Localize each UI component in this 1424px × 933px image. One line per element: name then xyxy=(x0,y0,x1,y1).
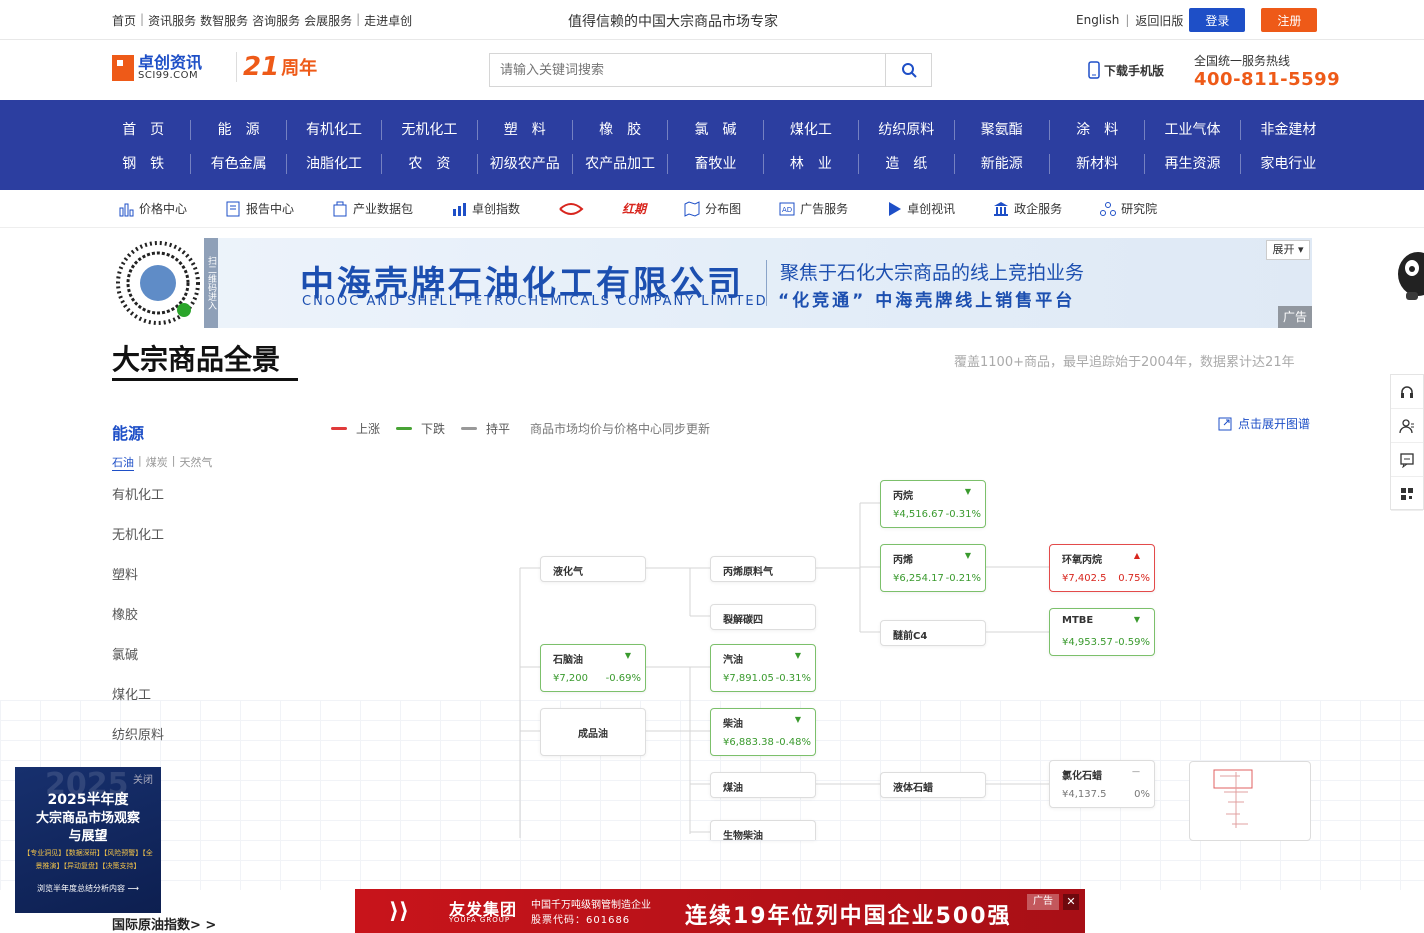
node-mtbe[interactable]: MTBE ▼ ¥4,953.57 -0.59% xyxy=(1049,608,1155,656)
node-refined-oil[interactable]: 成品油 xyxy=(540,708,646,756)
side-user[interactable] xyxy=(1391,409,1423,443)
node-propylene-oxide[interactable]: 环氧丙烷 ▲ ¥7,402.5 0.75% xyxy=(1049,544,1155,592)
node-name: 柴油 xyxy=(723,719,743,730)
graph-minimap[interactable] xyxy=(1189,761,1311,841)
node-name: 生物柴油 xyxy=(723,831,763,842)
node-liquid-wax[interactable]: 液体石蜡 xyxy=(880,772,986,798)
node-name: 丙烯原料气 xyxy=(723,567,773,578)
node-kerosene[interactable]: 煤油 xyxy=(710,772,816,798)
node-price: ¥7,200 xyxy=(553,673,588,684)
down-arrow-icon: ▼ xyxy=(964,551,971,560)
youfa-logo-icon: ⟩⟩ xyxy=(389,899,410,924)
flat-dash-icon: — xyxy=(1132,767,1140,776)
node-name: 汽油 xyxy=(723,655,743,666)
node-change: 0.75% xyxy=(1118,573,1150,584)
bottom-ad-tag: 广告 xyxy=(1027,894,1059,910)
message-icon xyxy=(1400,452,1414,468)
node-name: 丙烯 xyxy=(893,555,913,566)
node-cracked-c4[interactable]: 裂解碳四 xyxy=(710,604,816,630)
node-propylene-gas[interactable]: 丙烯原料气 xyxy=(710,556,816,582)
side-toolbar xyxy=(1390,374,1424,511)
node-change: -0.48% xyxy=(775,737,811,748)
node-name: 醚前C4 xyxy=(893,631,928,642)
node-naphtha[interactable]: 石脑油 ▼ ¥7,200 -0.69% xyxy=(540,644,646,692)
bottom-ad-info-1: 中国千万吨级钢管制造企业 xyxy=(531,900,651,911)
bottom-ad-info-2: 股票代码：601686 xyxy=(531,915,631,926)
promo-tags: 【专业洞见】【数据深研】【风险预警】【全景推演】【异动复盘】【决策支持】 xyxy=(23,849,153,870)
side-feedback[interactable] xyxy=(1391,443,1423,477)
node-price: ¥4,516.67 xyxy=(893,509,944,520)
node-name: 煤油 xyxy=(723,783,743,794)
node-price: ¥4,137.5 xyxy=(1062,789,1107,800)
promo-line-1: 2025半年度 xyxy=(47,792,129,808)
node-name: 丙烷 xyxy=(893,491,913,502)
side-customer-service[interactable] xyxy=(1391,375,1423,409)
node-change: -0.31% xyxy=(945,509,981,520)
headset-icon xyxy=(1401,385,1413,398)
node-gasoline[interactable]: 汽油 ▼ ¥7,891.05 -0.31% xyxy=(710,644,816,692)
down-arrow-icon: ▼ xyxy=(794,715,801,724)
node-change: -0.31% xyxy=(775,673,811,684)
bottom-ad[interactable]: ⟩⟩ 友发集团 YOUFA GROUP 中国千万吨级钢管制造企业 股票代码：60… xyxy=(355,889,1085,933)
crude-oil-index-link[interactable]: 国际原油指数> > xyxy=(112,914,216,933)
qrcode-icon xyxy=(1401,487,1413,500)
minimap-preview xyxy=(1213,769,1253,828)
node-price: ¥7,891.05 xyxy=(723,673,774,684)
node-diesel[interactable]: 柴油 ▼ ¥6,883.38 -0.48% xyxy=(710,708,816,756)
node-change: -0.69% xyxy=(605,673,641,684)
bottom-ad-brand-en: YOUFA GROUP xyxy=(449,916,511,924)
node-name: 液体石蜡 xyxy=(893,783,933,794)
node-name: 石脑油 xyxy=(553,655,583,666)
down-arrow-icon: ▼ xyxy=(1133,615,1140,624)
node-propylene[interactable]: 丙烯 ▼ ¥6,254.17 -0.21% xyxy=(880,544,986,592)
promo-cta[interactable]: 浏览半年度总结分析内容 ⟶ xyxy=(15,883,161,894)
node-name: 液化气 xyxy=(553,567,583,578)
node-name: 氯化石蜡 xyxy=(1062,771,1102,782)
down-arrow-icon: ▼ xyxy=(794,651,801,660)
node-change: 0% xyxy=(1134,789,1150,800)
promo-popup[interactable]: 2025 关闭 2025半年度 大宗商品市场观察 与展望 【专业洞见】【数据深研… xyxy=(15,767,161,913)
down-arrow-icon: ▼ xyxy=(964,487,971,496)
node-name: 环氧丙烷 xyxy=(1062,555,1102,566)
robot-icon xyxy=(1398,252,1424,300)
node-price: ¥6,254.17 xyxy=(893,573,944,584)
user-icon xyxy=(1399,418,1414,433)
up-arrow-icon: ▲ xyxy=(1133,551,1140,560)
node-ether-c4[interactable]: 醚前C4 xyxy=(880,620,986,646)
side-qrcode[interactable] xyxy=(1391,477,1423,511)
node-change: -0.59% xyxy=(1114,637,1150,648)
down-arrow-icon: ▼ xyxy=(624,651,631,660)
page: 首页 | 资讯服务 数智服务 咨询服务 会展服务 | 走进卓创 值得信赖的中国大宗商… xyxy=(0,0,1424,933)
node-name: MTBE xyxy=(1062,615,1094,626)
node-biodiesel[interactable]: 生物柴油 xyxy=(710,820,816,842)
node-price: ¥4,953.57 xyxy=(1062,637,1113,648)
promo-line-3: 与展望 xyxy=(68,829,108,844)
node-price: ¥7,402.5 xyxy=(1062,573,1107,584)
node-lpg[interactable]: 液化气 xyxy=(540,556,646,582)
bottom-ad-close-button[interactable]: ✕ xyxy=(1063,894,1079,910)
node-propane[interactable]: 丙烷 ▼ ¥4,516.67 -0.31% xyxy=(880,480,986,528)
node-name: 成品油 xyxy=(578,729,608,740)
bottom-ad-slogan: 连续19年位列中国企业500强 xyxy=(685,904,1012,929)
node-price: ¥6,883.38 xyxy=(723,737,774,748)
promo-line-2: 大宗商品市场观察 xyxy=(35,811,140,826)
promo-close-button[interactable]: 关闭 xyxy=(133,771,153,786)
node-change: -0.21% xyxy=(945,573,981,584)
node-name: 裂解碳四 xyxy=(723,615,763,626)
assistant-robot[interactable] xyxy=(1392,238,1424,306)
node-chlorinated-paraffin[interactable]: 氯化石蜡 — ¥4,137.5 0% xyxy=(1049,760,1155,808)
